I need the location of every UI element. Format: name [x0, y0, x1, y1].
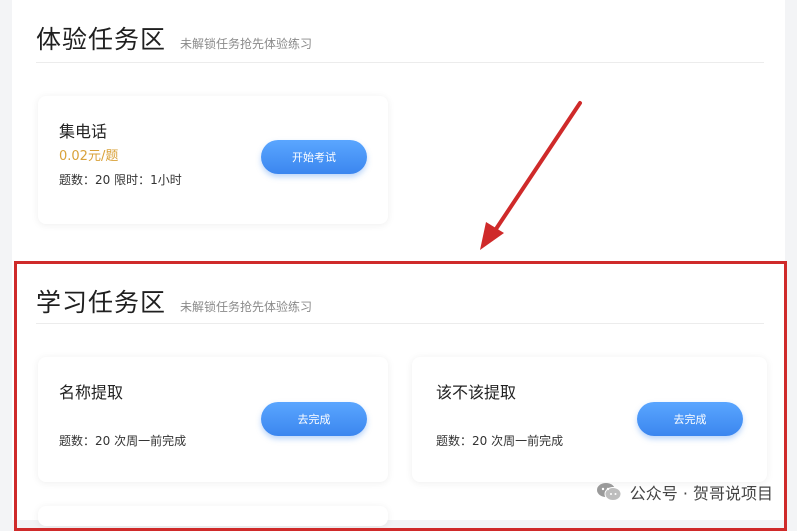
task-card-name: 集电话: [59, 122, 108, 141]
start-exam-button[interactable]: 开始考试: [261, 140, 367, 174]
watermark: 公众号 · 贺哥说项目: [596, 480, 773, 504]
experience-divider: [36, 62, 764, 63]
wechat-icon: [596, 483, 622, 501]
study-section-subtitle: 未解锁任务抢先体验练习: [180, 300, 313, 314]
study-section-header: 学习任务区 未解锁任务抢先体验练习: [36, 283, 312, 319]
go-complete-button[interactable]: 去完成: [637, 402, 743, 436]
experience-section-title: 体验任务区: [36, 25, 167, 54]
task-card-collect-phone[interactable]: 集电话 0.02元/题 题数：20 限时：1小时 开始考试: [38, 96, 388, 224]
watermark-text: 公众号 · 贺哥说项目: [629, 484, 773, 503]
task-card-meta: 题数：20 次周一前完成: [59, 434, 187, 448]
go-complete-button[interactable]: 去完成: [261, 402, 367, 436]
experience-section-header: 体验任务区 未解锁任务抢先体验练习: [36, 20, 312, 56]
study-divider: [36, 323, 764, 324]
experience-section-subtitle: 未解锁任务抢先体验练习: [180, 37, 313, 51]
task-card-name: 该不该提取: [436, 383, 517, 402]
task-card-name-extraction[interactable]: 名称提取 题数：20 次周一前完成 去完成: [38, 357, 388, 482]
task-card-price: 0.02元/题: [59, 149, 119, 164]
task-card-meta: 题数：20 限时：1小时: [59, 173, 182, 187]
task-card-partial: [38, 506, 388, 526]
task-card-name: 名称提取: [59, 383, 124, 402]
task-card-should-extract[interactable]: 该不该提取 题数：20 次周一前完成 去完成: [412, 357, 767, 482]
task-card-meta: 题数：20 次周一前完成: [436, 434, 564, 448]
study-section-title: 学习任务区: [36, 288, 167, 317]
